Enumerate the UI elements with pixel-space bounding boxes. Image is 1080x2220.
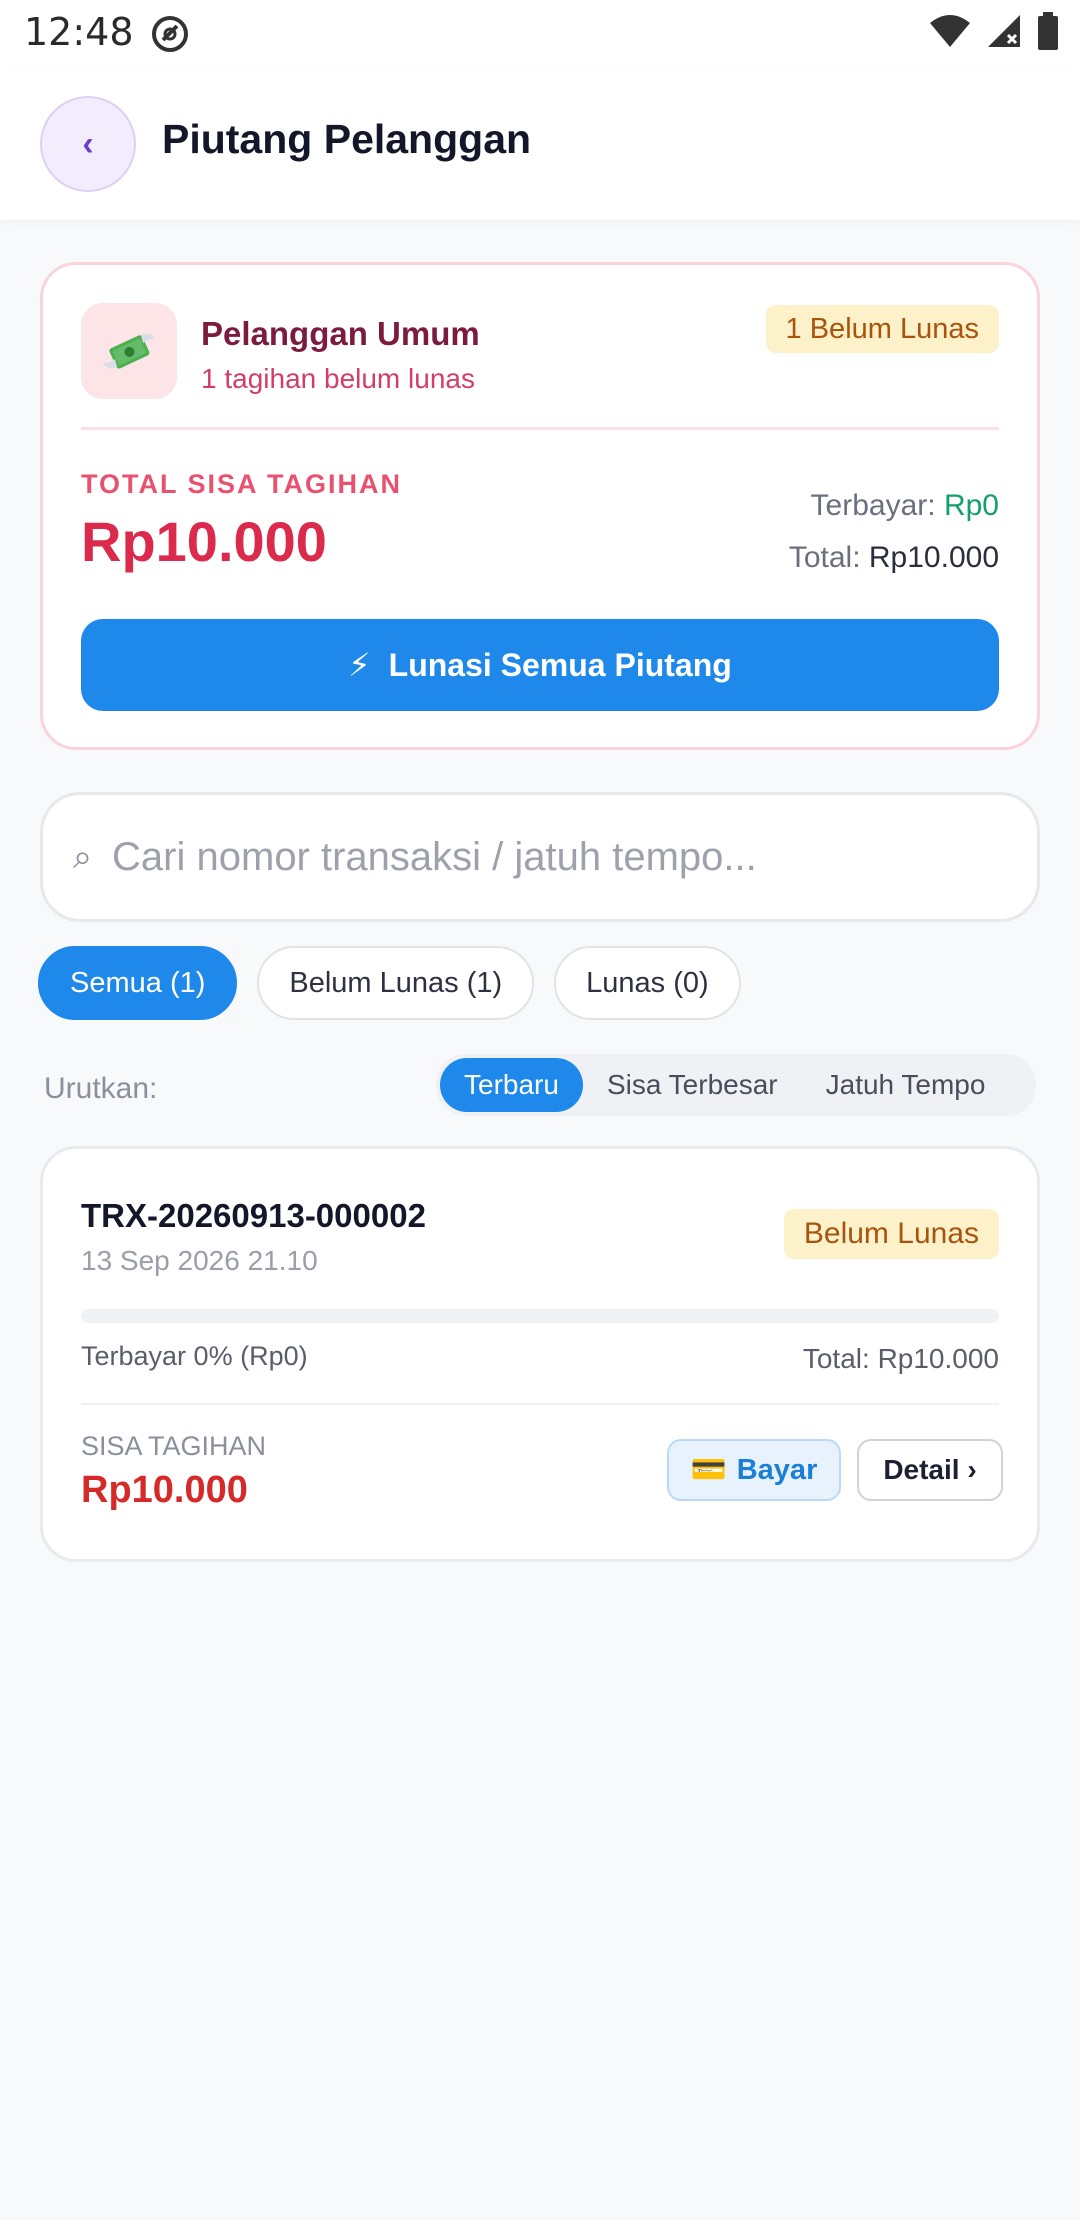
money-wings-icon <box>81 303 177 399</box>
paid-value: Rp0 <box>943 489 999 522</box>
total-remaining-label: TOTAL SISA TAGIHAN <box>81 469 403 499</box>
back-button[interactable]: ‹ <box>40 96 136 192</box>
customer-summary-card: Pelanggan Umum 1 tagihan belum lunas 1 B… <box>40 262 1040 750</box>
filter-chip-paid[interactable]: Lunas (0) <box>554 946 741 1020</box>
customer-name: Pelanggan Umum <box>201 315 480 352</box>
detail-button[interactable]: Detail › <box>857 1439 1003 1501</box>
transaction-date: 13 Sep 2026 21.10 <box>81 1245 318 1276</box>
chevron-left-icon: ‹ <box>82 124 94 163</box>
payment-progress-bar <box>81 1309 999 1323</box>
total-remaining-amount: Rp10.000 <box>81 510 327 573</box>
app-bar: ‹ Piutang Pelanggan <box>0 66 1080 220</box>
customer-subtitle: 1 tagihan belum lunas <box>201 363 475 394</box>
grand-total-value: Rp10.000 <box>868 541 999 574</box>
pay-all-button[interactable]: ⚡ Lunasi Semua Piutang <box>81 619 999 711</box>
page-title: Piutang Pelanggan <box>162 116 532 162</box>
status-bar: 12:48 <box>0 0 1080 66</box>
signal-icon <box>984 13 1024 54</box>
remaining-amount: Rp10.000 <box>81 1469 248 1511</box>
status-badge: 1 Belum Lunas <box>765 305 999 353</box>
search-box[interactable]: ⌕ <box>40 792 1040 922</box>
filter-chip-all[interactable]: Semua (1) <box>38 946 238 1020</box>
transaction-card[interactable]: TRX-20260913-000002 13 Sep 2026 21.10 Be… <box>40 1146 1040 1562</box>
search-input[interactable] <box>112 834 993 880</box>
divider <box>81 1403 999 1405</box>
grand-total-label: Total: <box>788 541 861 574</box>
sort-options: Terbaru Sisa Terbesar Jatuh Tempo <box>436 1054 1036 1116</box>
pay-button[interactable]: 💳 Bayar <box>667 1439 841 1501</box>
status-time: 12:48 <box>24 10 134 54</box>
status-badge: Belum Lunas <box>783 1209 999 1259</box>
divider <box>81 427 999 430</box>
pay-all-label: Lunasi Semua Piutang <box>388 646 732 683</box>
paid-percentage: Terbayar 0% (Rp0) <box>81 1341 308 1371</box>
grand-total-summary: Total: Rp10.000 <box>789 541 999 575</box>
sort-option-largest-remaining[interactable]: Sisa Terbesar <box>583 1058 802 1112</box>
transaction-total: Total: Rp10.000 <box>802 1343 999 1374</box>
credit-card-icon: 💳 <box>690 1454 727 1486</box>
search-icon: ⌕ <box>73 837 93 876</box>
paid-label: Terbayar: <box>810 489 936 522</box>
paid-summary: Terbayar: Rp0 <box>811 489 999 523</box>
transaction-id: TRX-20260913-000002 <box>81 1197 426 1234</box>
filter-chips: Semua (1) Belum Lunas (1) Lunas (0) <box>38 946 741 1020</box>
remaining-label: SISA TAGIHAN <box>81 1431 267 1461</box>
sort-option-due-date[interactable]: Jatuh Tempo <box>802 1058 1010 1112</box>
sort-label: Urutkan: <box>44 1072 158 1105</box>
pay-label: Bayar <box>736 1453 818 1486</box>
filter-chip-unpaid[interactable]: Belum Lunas (1) <box>257 946 535 1020</box>
notification-icon <box>150 14 190 59</box>
battery-icon <box>1036 12 1060 55</box>
lightning-icon: ⚡ <box>348 647 371 683</box>
sort-option-newest[interactable]: Terbaru <box>440 1058 583 1112</box>
wifi-icon <box>928 13 972 54</box>
